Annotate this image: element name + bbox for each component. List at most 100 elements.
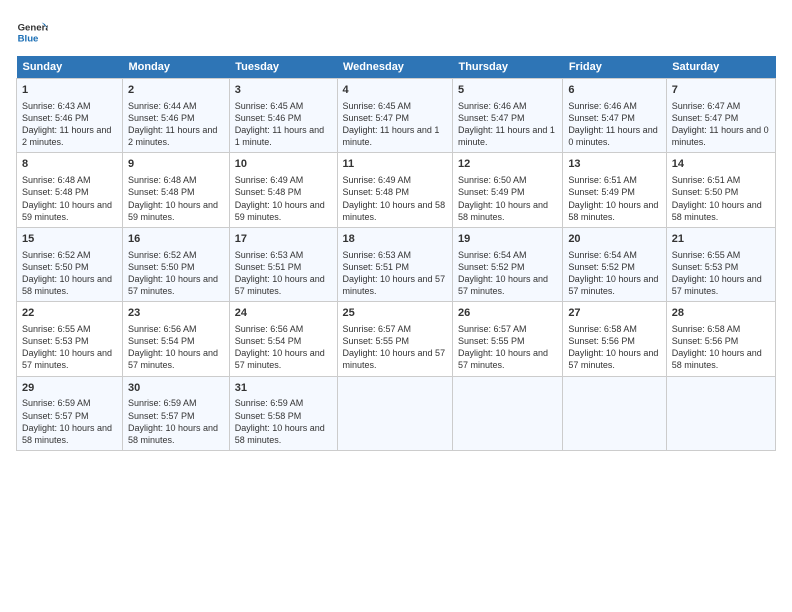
day-number: 12 [458, 157, 557, 172]
day-info: Sunrise: 6:59 AM Sunset: 5:57 PM Dayligh… [128, 397, 224, 446]
calendar-cell: 28Sunrise: 6:58 AM Sunset: 5:56 PM Dayli… [666, 302, 775, 376]
calendar-cell [452, 376, 562, 450]
calendar-cell: 24 Sunrise: 6:56 AM Sunset: 5:54 PM Dayli… [229, 302, 337, 376]
day-info: Sunrise: 6:48 AM Sunset: 5:48 PM Dayligh… [128, 174, 224, 223]
calendar-cell: 1Sunrise: 6:43 AM Sunset: 5:46 PM Daylig… [17, 79, 123, 153]
day-number: 8 [22, 157, 117, 172]
day-number: 13 [568, 157, 660, 172]
logo: General Blue [16, 16, 48, 48]
day-info: Sunrise: 6:49 AM Sunset: 5:48 PM Dayligh… [343, 174, 447, 223]
calendar-cell: 17 Sunrise: 6:53 AM Sunset: 5:51 PM Dayli… [229, 227, 337, 301]
day-info: Sunrise: 6:51 AM Sunset: 5:49 PM Dayligh… [568, 174, 660, 223]
day-header-wednesday: Wednesday [337, 56, 452, 79]
calendar-cell: 8 Sunrise: 6:48 AM Sunset: 5:48 PM Daylig… [17, 153, 123, 227]
calendar-cell: 10Sunrise: 6:49 AM Sunset: 5:48 PM Dayli… [229, 153, 337, 227]
calendar-cell: 20Sunrise: 6:54 AM Sunset: 5:52 PM Dayli… [563, 227, 666, 301]
day-info: Sunrise: 6:44 AM Sunset: 5:46 PM Dayligh… [128, 100, 224, 149]
day-info: Sunrise: 6:57 AM Sunset: 5:55 PM Dayligh… [458, 323, 557, 372]
calendar-cell: 9 Sunrise: 6:48 AM Sunset: 5:48 PM Daylig… [122, 153, 229, 227]
calendar-cell: 2 Sunrise: 6:44 AM Sunset: 5:46 PM Daylig… [122, 79, 229, 153]
week-row-2: 8 Sunrise: 6:48 AM Sunset: 5:48 PM Daylig… [17, 153, 776, 227]
calendar-cell: 15 Sunrise: 6:52 AM Sunset: 5:50 PM Dayli… [17, 227, 123, 301]
calendar-cell: 13 Sunrise: 6:51 AM Sunset: 5:49 PM Dayli… [563, 153, 666, 227]
day-number: 9 [128, 157, 224, 172]
day-header-monday: Monday [122, 56, 229, 79]
calendar-cell: 7Sunrise: 6:47 AM Sunset: 5:47 PM Daylig… [666, 79, 775, 153]
day-number: 11 [343, 157, 447, 172]
day-info: Sunrise: 6:59 AM Sunset: 5:57 PM Dayligh… [22, 397, 117, 446]
day-number: 29 [22, 381, 117, 396]
day-info: Sunrise: 6:57 AM Sunset: 5:55 PM Dayligh… [343, 323, 447, 372]
day-info: Sunrise: 6:46 AM Sunset: 5:47 PM Dayligh… [458, 100, 557, 149]
day-number: 17 [235, 232, 332, 247]
day-info: Sunrise: 6:55 AM Sunset: 5:53 PM Dayligh… [22, 323, 117, 372]
week-row-4: 22 Sunrise: 6:55 AM Sunset: 5:53 PM Dayli… [17, 302, 776, 376]
day-info: Sunrise: 6:51 AM Sunset: 5:50 PM Dayligh… [672, 174, 770, 223]
day-number: 30 [128, 381, 224, 396]
week-row-1: 1Sunrise: 6:43 AM Sunset: 5:46 PM Daylig… [17, 79, 776, 153]
calendar-cell: 18 Sunrise: 6:53 AM Sunset: 5:51 PM Dayli… [337, 227, 452, 301]
day-number: 10 [235, 157, 332, 172]
day-number: 26 [458, 306, 557, 321]
day-number: 7 [672, 83, 770, 98]
day-info: Sunrise: 6:56 AM Sunset: 5:54 PM Dayligh… [235, 323, 332, 372]
week-row-5: 29Sunrise: 6:59 AM Sunset: 5:57 PM Dayli… [17, 376, 776, 450]
day-info: Sunrise: 6:50 AM Sunset: 5:49 PM Dayligh… [458, 174, 557, 223]
day-info: Sunrise: 6:59 AM Sunset: 5:58 PM Dayligh… [235, 397, 332, 446]
day-info: Sunrise: 6:53 AM Sunset: 5:51 PM Dayligh… [235, 249, 332, 298]
day-info: Sunrise: 6:52 AM Sunset: 5:50 PM Dayligh… [128, 249, 224, 298]
day-number: 2 [128, 83, 224, 98]
day-number: 24 [235, 306, 332, 321]
day-info: Sunrise: 6:56 AM Sunset: 5:54 PM Dayligh… [128, 323, 224, 372]
day-info: Sunrise: 6:45 AM Sunset: 5:47 PM Dayligh… [343, 100, 447, 149]
day-number: 14 [672, 157, 770, 172]
day-info: Sunrise: 6:43 AM Sunset: 5:46 PM Dayligh… [22, 100, 117, 149]
day-info: Sunrise: 6:53 AM Sunset: 5:51 PM Dayligh… [343, 249, 447, 298]
day-number: 27 [568, 306, 660, 321]
calendar-cell: 21 Sunrise: 6:55 AM Sunset: 5:53 PM Dayli… [666, 227, 775, 301]
calendar-cell: 12 Sunrise: 6:50 AM Sunset: 5:49 PM Dayli… [452, 153, 562, 227]
week-row-3: 15 Sunrise: 6:52 AM Sunset: 5:50 PM Dayli… [17, 227, 776, 301]
day-number: 5 [458, 83, 557, 98]
calendar-cell: 11 Sunrise: 6:49 AM Sunset: 5:48 PM Dayli… [337, 153, 452, 227]
day-info: Sunrise: 6:54 AM Sunset: 5:52 PM Dayligh… [568, 249, 660, 298]
header: General Blue [16, 16, 776, 48]
calendar-cell: 29Sunrise: 6:59 AM Sunset: 5:57 PM Dayli… [17, 376, 123, 450]
calendar-cell: 6 Sunrise: 6:46 AM Sunset: 5:47 PM Daylig… [563, 79, 666, 153]
day-info: Sunrise: 6:54 AM Sunset: 5:52 PM Dayligh… [458, 249, 557, 298]
calendar-cell: 30Sunrise: 6:59 AM Sunset: 5:57 PM Dayli… [122, 376, 229, 450]
calendar-cell [337, 376, 452, 450]
day-header-friday: Friday [563, 56, 666, 79]
day-number: 25 [343, 306, 447, 321]
calendar-cell: 5 Sunrise: 6:46 AM Sunset: 5:47 PM Daylig… [452, 79, 562, 153]
day-number: 18 [343, 232, 447, 247]
calendar-cell: 23Sunrise: 6:56 AM Sunset: 5:54 PM Dayli… [122, 302, 229, 376]
day-number: 31 [235, 381, 332, 396]
logo-icon: General Blue [16, 16, 48, 48]
calendar-cell: 14 Sunrise: 6:51 AM Sunset: 5:50 PM Dayli… [666, 153, 775, 227]
day-header-saturday: Saturday [666, 56, 775, 79]
day-info: Sunrise: 6:58 AM Sunset: 5:56 PM Dayligh… [568, 323, 660, 372]
day-info: Sunrise: 6:55 AM Sunset: 5:53 PM Dayligh… [672, 249, 770, 298]
day-info: Sunrise: 6:48 AM Sunset: 5:48 PM Dayligh… [22, 174, 117, 223]
day-info: Sunrise: 6:52 AM Sunset: 5:50 PM Dayligh… [22, 249, 117, 298]
calendar-cell: 19 Sunrise: 6:54 AM Sunset: 5:52 PM Dayli… [452, 227, 562, 301]
calendar-cell [666, 376, 775, 450]
day-number: 21 [672, 232, 770, 247]
calendar-cell: 26 Sunrise: 6:57 AM Sunset: 5:55 PM Dayli… [452, 302, 562, 376]
day-info: Sunrise: 6:45 AM Sunset: 5:46 PM Dayligh… [235, 100, 332, 149]
day-number: 22 [22, 306, 117, 321]
day-number: 15 [22, 232, 117, 247]
calendar-table: SundayMondayTuesdayWednesdayThursdayFrid… [16, 56, 776, 451]
day-header-tuesday: Tuesday [229, 56, 337, 79]
day-number: 3 [235, 83, 332, 98]
calendar-cell: 16 Sunrise: 6:52 AM Sunset: 5:50 PM Dayli… [122, 227, 229, 301]
day-number: 6 [568, 83, 660, 98]
day-number: 16 [128, 232, 224, 247]
day-info: Sunrise: 6:46 AM Sunset: 5:47 PM Dayligh… [568, 100, 660, 149]
calendar-cell: 27 Sunrise: 6:58 AM Sunset: 5:56 PM Dayli… [563, 302, 666, 376]
day-number: 4 [343, 83, 447, 98]
svg-text:Blue: Blue [18, 34, 39, 45]
day-number: 28 [672, 306, 770, 321]
day-number: 19 [458, 232, 557, 247]
